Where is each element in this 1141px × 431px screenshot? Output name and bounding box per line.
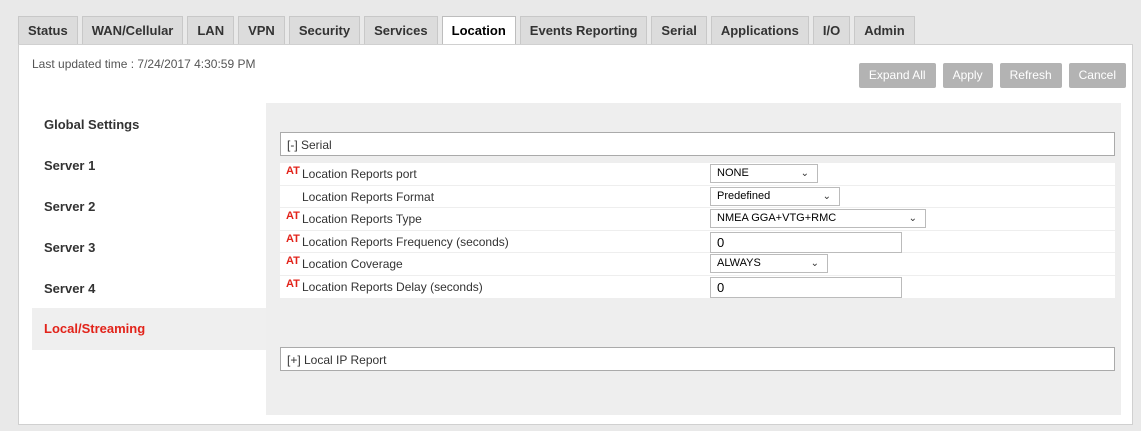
at-marker: AT [286, 232, 300, 245]
apply-button[interactable]: Apply [942, 63, 993, 88]
toolbar: Expand All Apply Refresh Cancel [852, 63, 1126, 88]
sidebar: Global Settings Server 1 Server 2 Server… [32, 103, 266, 350]
row-location-reports-type: AT Location Reports Type NMEA GGA+VTG+RM… [280, 208, 1115, 230]
chevron-down-icon: ⌄ [800, 168, 809, 179]
field-label: Location Reports port [302, 167, 417, 181]
location-coverage-select[interactable]: ALWAYS ⌄ [710, 254, 828, 274]
sidebar-item-server-4[interactable]: Server 4 [32, 267, 266, 308]
expand-all-button[interactable]: Expand All [858, 63, 936, 88]
location-reports-type-select[interactable]: NMEA GGA+VTG+RMC ⌄ [710, 209, 926, 229]
location-panel: Last updated time : 7/24/2017 4:30:59 PM… [18, 44, 1133, 425]
select-value: NMEA GGA+VTG+RMC [717, 212, 837, 225]
field-label: Location Reports Type [302, 212, 422, 227]
last-updated-text: Last updated time : 7/24/2017 4:30:59 PM [32, 57, 256, 71]
local-ip-report-section-header[interactable]: [+] Local IP Report [280, 347, 1115, 371]
sidebar-item-server-2[interactable]: Server 2 [32, 185, 266, 226]
select-value: NONE [717, 167, 749, 179]
tab-services[interactable]: Services [364, 16, 438, 44]
tab-applications[interactable]: Applications [710, 16, 809, 44]
field-label: Location Reports Format [302, 189, 435, 204]
location-reports-format-select[interactable]: Predefined ⌄ [710, 186, 840, 206]
main-tabs: Status WAN/Cellular LAN VPN Security Ser… [18, 16, 919, 46]
tab-serial[interactable]: Serial [651, 16, 707, 44]
row-location-reports-port: AT Location Reports port NONE ⌄ [280, 163, 1115, 185]
field-label: Location Coverage [302, 257, 403, 272]
field-label: Location Reports Delay (seconds) [302, 279, 483, 294]
sidebar-item-server-1[interactable]: Server 1 [32, 144, 266, 185]
at-marker: AT [286, 255, 300, 268]
tab-wan-cellular[interactable]: WAN/Cellular [81, 16, 184, 44]
row-location-coverage: AT Location Coverage ALWAYS ⌄ [280, 253, 1115, 275]
location-reports-port-select[interactable]: NONE ⌄ [710, 164, 818, 183]
tab-io[interactable]: I/O [812, 16, 851, 44]
row-location-reports-frequency: AT Location Reports Frequency (seconds) … [280, 230, 1115, 253]
tab-vpn[interactable]: VPN [238, 16, 285, 44]
tab-events-reporting[interactable]: Events Reporting [519, 16, 648, 44]
tab-location[interactable]: Location [441, 16, 516, 46]
refresh-button[interactable]: Refresh [999, 63, 1062, 88]
tab-security[interactable]: Security [288, 16, 361, 44]
tab-admin[interactable]: Admin [854, 16, 915, 44]
location-reports-frequency-input[interactable]: 0 [710, 231, 902, 253]
select-value: Predefined [717, 189, 771, 202]
at-marker: AT [286, 277, 300, 290]
tab-lan[interactable]: LAN [187, 16, 235, 44]
content-area: [-] Serial AT Location Reports port NONE… [266, 103, 1121, 415]
chevron-down-icon: ⌄ [908, 213, 917, 225]
sidebar-item-global-settings[interactable]: Global Settings [32, 103, 266, 144]
serial-settings-rows: AT Location Reports port NONE ⌄ Location … [280, 163, 1115, 299]
cancel-button[interactable]: Cancel [1068, 63, 1126, 88]
at-marker: AT [286, 165, 300, 177]
sidebar-item-server-3[interactable]: Server 3 [32, 226, 266, 267]
field-label: Location Reports Frequency (seconds) [302, 234, 509, 249]
serial-section-header[interactable]: [-] Serial [280, 132, 1115, 156]
at-marker: AT [286, 210, 300, 223]
sidebar-item-local-streaming[interactable]: Local/Streaming [32, 308, 266, 350]
tab-status[interactable]: Status [18, 16, 78, 44]
chevron-down-icon: ⌄ [810, 258, 819, 270]
chevron-down-icon: ⌄ [822, 190, 831, 202]
row-location-reports-delay: AT Location Reports Delay (seconds) 0 [280, 275, 1115, 298]
row-location-reports-format: Location Reports Format Predefined ⌄ [280, 185, 1115, 208]
location-reports-delay-input[interactable]: 0 [710, 276, 902, 298]
select-value: ALWAYS [717, 257, 761, 270]
